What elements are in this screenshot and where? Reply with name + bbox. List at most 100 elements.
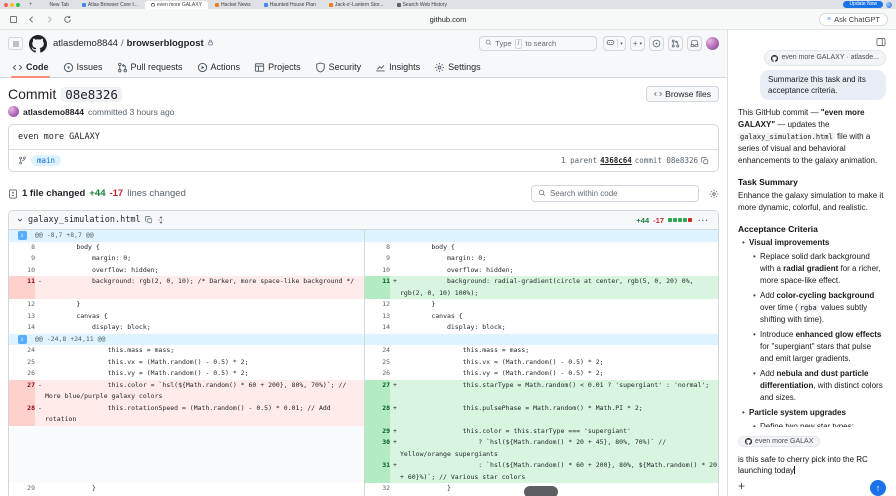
line-number[interactable]: 12: [363, 299, 391, 311]
breadcrumb-owner[interactable]: atlasdemo8844: [53, 38, 118, 49]
browser-tab-haunted-house-plan[interactable]: Haunted House Plan: [258, 1, 322, 9]
tab-overview-icon[interactable]: [8, 14, 18, 24]
user-avatar[interactable]: [706, 37, 719, 50]
window-controls[interactable]: [4, 0, 20, 9]
browser-tab-new-tab[interactable]: New Tab: [38, 1, 75, 9]
address-bar[interactable]: github.com: [0, 15, 896, 24]
author-name[interactable]: atlasdemo8844: [23, 107, 84, 117]
unfold-icon[interactable]: ⇕: [17, 334, 27, 344]
expand-hunk-button[interactable]: [363, 333, 391, 345]
line-number[interactable]: 32: [363, 483, 391, 495]
copilot-button[interactable]: ▾: [603, 36, 626, 51]
line-number[interactable]: 29: [363, 425, 391, 437]
line-number[interactable]: 30: [363, 437, 391, 460]
nav-item-security[interactable]: Security: [309, 57, 368, 77]
back-icon[interactable]: [26, 14, 36, 24]
line-number[interactable]: 25: [363, 356, 391, 368]
line-number[interactable]: 31: [363, 460, 391, 483]
line-number[interactable]: 24: [9, 345, 35, 357]
diff-row: 26 this.vy = (Math.random() - 0.5) * 2; 2…: [9, 368, 718, 380]
ask-chatgpt-chip[interactable]: × Ask ChatGPT: [819, 12, 888, 26]
branch-badge[interactable]: main: [31, 155, 62, 166]
pull-requests-button[interactable]: [668, 36, 683, 51]
inbox-button[interactable]: [687, 36, 702, 51]
browser-tab-search-web-history[interactable]: Search Web History: [391, 1, 453, 9]
expand-hunk-button[interactable]: [363, 230, 391, 242]
line-number[interactable]: 27: [363, 379, 391, 403]
line-number[interactable]: 9: [363, 253, 391, 265]
hamburger-menu-icon[interactable]: [8, 37, 23, 50]
line-number[interactable]: 8: [9, 241, 35, 253]
line-number[interactable]: 26: [363, 368, 391, 380]
create-new-button[interactable]: + ▾: [629, 36, 645, 51]
close-icon[interactable]: ×: [827, 16, 831, 23]
code-line: this.rotationSpeed = (Math.random() - 0.…: [45, 402, 365, 426]
composer-context-chip[interactable]: even more GALAX: [738, 436, 821, 447]
github-search-input[interactable]: Type / to search: [479, 36, 598, 51]
nav-item-code[interactable]: Code: [6, 57, 55, 78]
copy-icon[interactable]: [144, 216, 153, 224]
line-number[interactable]: 11: [9, 276, 35, 299]
minimize-window-icon[interactable]: [10, 2, 14, 7]
line-number[interactable]: 11: [363, 276, 391, 299]
author-avatar[interactable]: [8, 106, 19, 117]
reload-icon[interactable]: [62, 14, 72, 24]
nav-item-issues[interactable]: Issues: [57, 57, 109, 77]
parent-sha-link[interactable]: 4368c64: [600, 156, 632, 165]
browser-tab-atlas-browser-core-t[interactable]: Atlas Browser Core t...: [76, 1, 144, 9]
line-number[interactable]: 10: [363, 264, 391, 276]
line-number[interactable]: 29: [9, 483, 35, 495]
browser-tab-jack-o-lantern-stor[interactable]: Jack-o'-Lantern Stor...: [323, 1, 390, 9]
unfold-icon[interactable]: ⇕: [17, 231, 27, 240]
browse-files-button[interactable]: Browse files: [646, 86, 719, 102]
profile-avatar[interactable]: [886, 1, 892, 8]
criteria-item: Add nebula and dust particle differentia…: [753, 368, 886, 404]
nav-item-actions[interactable]: Actions: [191, 57, 247, 77]
line-number[interactable]: 9: [9, 253, 35, 265]
line-number[interactable]: 14: [363, 322, 391, 334]
line-number[interactable]: 28: [9, 402, 35, 426]
code-line: background: rgb(2, 0, 10); /* Darker, mo…: [45, 276, 365, 299]
expand-hunk-button[interactable]: ⇕: [9, 333, 35, 345]
nav-item-pull-requests[interactable]: Pull requests: [111, 57, 189, 77]
message-input[interactable]: is this safe to cherry pick into the RC …: [738, 454, 886, 476]
nav-item-insights[interactable]: Insights: [369, 57, 426, 77]
diffstat-block-red: [688, 218, 692, 222]
line-number[interactable]: 24: [363, 345, 391, 357]
line-number[interactable]: 13: [363, 310, 391, 322]
line-number[interactable]: 8: [363, 241, 391, 253]
issues-button[interactable]: [649, 36, 664, 51]
collapse-panel-icon[interactable]: [876, 34, 886, 47]
kebab-menu-icon[interactable]: ···: [696, 216, 711, 225]
line-number[interactable]: 28: [363, 402, 391, 426]
line-number[interactable]: 14: [9, 322, 35, 334]
update-now-button[interactable]: Update Now: [843, 1, 883, 8]
line-number[interactable]: 27: [9, 379, 35, 403]
new-tab-button[interactable]: +: [26, 1, 36, 9]
line-number[interactable]: 26: [9, 368, 35, 380]
chevron-down-icon[interactable]: [16, 216, 24, 224]
browser-tab-even-more-galaxy[interactable]: even more GALAXY: [144, 1, 208, 9]
unfold-icon[interactable]: [157, 216, 165, 224]
breadcrumb-repo[interactable]: browserblogpost: [127, 38, 204, 49]
page-context-chip[interactable]: even more GALAXY · atlasde...: [764, 50, 886, 66]
copy-icon[interactable]: [701, 156, 709, 165]
close-window-icon[interactable]: [4, 2, 8, 7]
line-number[interactable]: 12: [9, 299, 35, 311]
code-line: this.mass = mass;: [400, 345, 718, 357]
forward-icon[interactable]: [44, 14, 54, 24]
send-button[interactable]: ↑: [870, 480, 886, 496]
nav-item-projects[interactable]: Projects: [248, 57, 307, 77]
line-number[interactable]: 10: [9, 264, 35, 276]
nav-item-settings[interactable]: Settings: [428, 57, 487, 77]
attach-button[interactable]: +: [738, 480, 745, 492]
gear-icon[interactable]: [709, 189, 719, 199]
file-name[interactable]: galaxy_simulation.html: [28, 215, 141, 225]
expand-hunk-button[interactable]: ⇕: [9, 230, 35, 242]
line-number[interactable]: 25: [9, 356, 35, 368]
maximize-window-icon[interactable]: [16, 2, 20, 7]
github-logo-icon[interactable]: [29, 34, 47, 53]
browser-tab-hacker-news[interactable]: Hacker News: [209, 1, 257, 9]
search-within-code-input[interactable]: Search within code: [531, 185, 699, 202]
line-number[interactable]: 13: [9, 310, 35, 322]
